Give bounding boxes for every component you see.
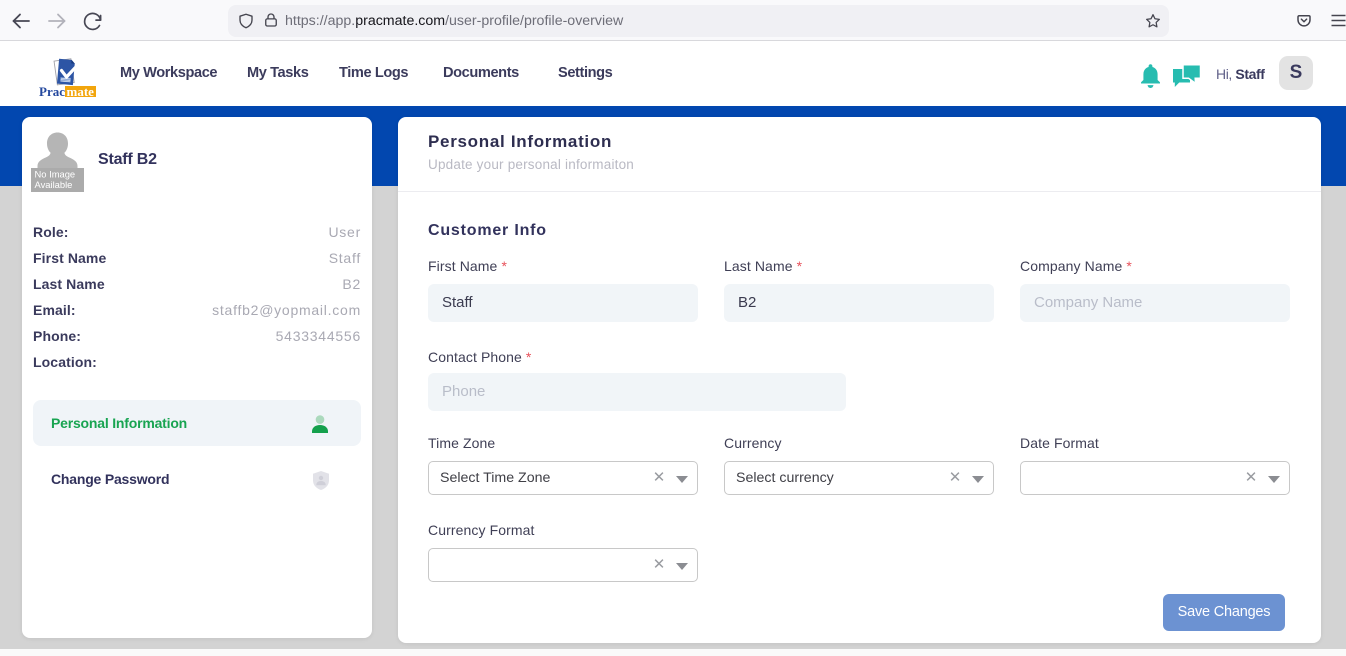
svg-text:Available: Available xyxy=(35,179,73,190)
svg-text:No Image: No Image xyxy=(35,169,76,180)
